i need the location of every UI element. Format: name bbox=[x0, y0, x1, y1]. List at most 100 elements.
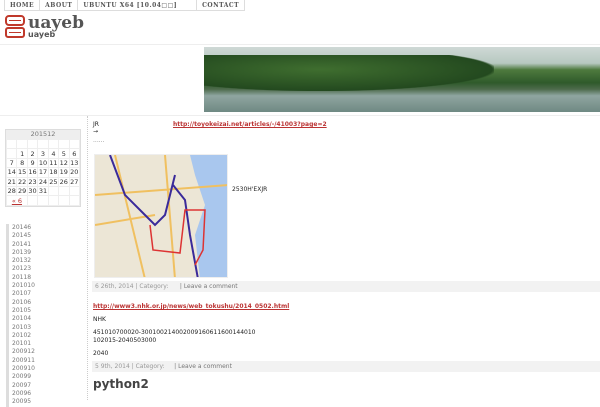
calendar-day: 17 bbox=[37, 167, 49, 178]
calendar-widget: 201512 1 2 3 4 5 6 7 8 9 10 11 12 13 14 15 16 17 18 19 20 21… bbox=[5, 129, 81, 207]
post-text: → bbox=[93, 128, 99, 135]
calendar-day: 30 bbox=[26, 185, 39, 197]
post-text: 451010700020-300100214002009160611600144… bbox=[93, 329, 256, 336]
calendar-day: 11 bbox=[47, 157, 60, 169]
leave-comment-link[interactable]: | Leave a comment bbox=[180, 283, 238, 290]
calendar-day: 16 bbox=[26, 167, 39, 178]
calendar-day: 15 bbox=[16, 167, 28, 178]
post-text: 2040 bbox=[93, 350, 109, 357]
archive-link[interactable]: 20103 bbox=[6, 323, 35, 332]
map-caption: 2530H'EXJR bbox=[232, 186, 268, 193]
calendar-cell bbox=[37, 195, 49, 206]
calendar-day: 26 bbox=[58, 176, 70, 187]
post-link[interactable]: http://toyokeizai.net/articles/-/41003?p… bbox=[173, 121, 327, 128]
calendar-day: 19 bbox=[58, 167, 70, 178]
map-image[interactable] bbox=[94, 154, 228, 278]
archive-link[interactable]: 20106 bbox=[6, 298, 35, 307]
calendar-day: 2 bbox=[26, 148, 39, 159]
post-date: 5 9th, 2014 | Category: bbox=[95, 363, 165, 370]
post-title[interactable]: python2 bbox=[93, 377, 600, 391]
archive-link[interactable]: 20123 bbox=[6, 265, 35, 274]
calendar-cell bbox=[58, 195, 70, 206]
sidebar-divider bbox=[87, 116, 88, 400]
calendar-day: 28 bbox=[5, 185, 18, 197]
archive-link[interactable]: 20104 bbox=[6, 315, 35, 324]
divider bbox=[0, 115, 600, 116]
calendar-day: 31 bbox=[37, 185, 49, 197]
archive-link[interactable]: 20145 bbox=[6, 232, 35, 241]
calendar-day: 22 bbox=[16, 176, 28, 187]
calendar-day bbox=[58, 185, 70, 197]
calendar-day: 25 bbox=[47, 176, 60, 187]
calendar-day: 18 bbox=[47, 167, 60, 178]
calendar-day: 12 bbox=[58, 157, 70, 169]
archive-link[interactable]: 20095 bbox=[6, 398, 35, 407]
nav-ubuntu[interactable]: UBUNTU X64 [10.04□□] bbox=[77, 0, 182, 10]
calendar-day bbox=[47, 185, 60, 197]
archive-link[interactable]: 20099 bbox=[6, 373, 35, 382]
calendar-day: 8 bbox=[16, 157, 28, 169]
archive-link[interactable]: 200911 bbox=[6, 356, 35, 366]
calendar-day: 24 bbox=[37, 176, 49, 187]
archive-link[interactable]: 20118 bbox=[6, 273, 35, 283]
calendar-day: 27 bbox=[68, 176, 81, 187]
calendar-day: 13 bbox=[68, 157, 81, 169]
post: JR → ...... http://toyokeizai.net/articl… bbox=[93, 121, 600, 281]
post-text: ...... bbox=[93, 137, 105, 144]
post-text: 102015-2040503000 bbox=[93, 337, 157, 344]
archive-link[interactable]: 20097 bbox=[6, 381, 35, 390]
archive-link[interactable]: 200912 bbox=[6, 348, 35, 357]
archive-link[interactable]: 20132 bbox=[6, 257, 35, 266]
calendar-cell bbox=[26, 195, 39, 206]
post-link[interactable]: http://www3.nhk.or.jp/news/web_tokushu/2… bbox=[93, 303, 289, 310]
leave-comment-link[interactable]: | Leave a comment bbox=[174, 363, 232, 370]
nav-home[interactable]: HOME bbox=[4, 0, 39, 10]
calendar-day: 21 bbox=[5, 176, 18, 187]
nav-about[interactable]: ABOUT bbox=[39, 0, 77, 10]
calendar-cell bbox=[47, 195, 60, 206]
calendar-day: 9 bbox=[26, 157, 39, 169]
calendar-cell bbox=[58, 138, 70, 150]
archive-link[interactable]: 20101 bbox=[6, 340, 35, 349]
archive-link[interactable]: 20105 bbox=[6, 306, 35, 316]
archive-link[interactable]: 20102 bbox=[6, 331, 35, 341]
calendar-day: 1 bbox=[16, 148, 28, 159]
calendar-day: 23 bbox=[26, 176, 39, 187]
calendar-caption: 201512 bbox=[6, 130, 80, 139]
calendar-day: 4 bbox=[47, 148, 60, 159]
archive-link[interactable]: 20096 bbox=[6, 389, 35, 399]
calendar-cell bbox=[37, 138, 49, 150]
calendar-day: 20 bbox=[68, 167, 81, 178]
calendar-day: 14 bbox=[5, 167, 18, 178]
header-banner-image bbox=[204, 47, 600, 112]
post-text: JR bbox=[93, 121, 99, 128]
top-nav: HOME ABOUT UBUNTU X64 [10.04□□] CONTACT bbox=[4, 0, 246, 11]
calendar-day: 3 bbox=[37, 148, 49, 159]
calendar-day: 6 bbox=[68, 148, 81, 159]
calendar-day bbox=[68, 185, 81, 197]
calendar-day: 10 bbox=[37, 157, 49, 169]
calendar-cell bbox=[47, 138, 60, 150]
post-meta: 5 9th, 2014 | Category: | Leave a commen… bbox=[92, 361, 600, 372]
archive-link[interactable]: 20139 bbox=[6, 248, 35, 258]
calendar-prev-link[interactable]: « 6 bbox=[6, 195, 28, 206]
post-date: 6 26th, 2014 | Category: bbox=[95, 283, 169, 290]
archive-link[interactable]: 20146 bbox=[6, 224, 35, 233]
archive-list: 20146 20145 20141 20139 20132 20123 20118 20101… bbox=[6, 224, 35, 407]
post-text: NHK bbox=[93, 316, 106, 323]
main-content: JR → ...... http://toyokeizai.net/articl… bbox=[92, 121, 600, 391]
archive-link[interactable]: 20141 bbox=[6, 240, 35, 249]
nav-contact[interactable]: CONTACT bbox=[196, 0, 246, 10]
post-meta: 6 26th, 2014 | Category: | Leave a comme… bbox=[92, 281, 600, 292]
archive-link[interactable]: 20107 bbox=[6, 290, 35, 299]
site-logo-icon[interactable] bbox=[4, 14, 26, 40]
calendar-day: 7 bbox=[5, 157, 18, 169]
calendar-cell bbox=[5, 138, 18, 150]
calendar-cell bbox=[26, 138, 39, 150]
archive-link[interactable]: 200910 bbox=[6, 365, 35, 374]
calendar-day bbox=[5, 148, 18, 159]
calendar-cell bbox=[16, 138, 28, 150]
site-subtitle: uayeb bbox=[28, 30, 56, 39]
archive-link[interactable]: 201010 bbox=[6, 282, 35, 291]
calendar-day: 5 bbox=[58, 148, 70, 159]
